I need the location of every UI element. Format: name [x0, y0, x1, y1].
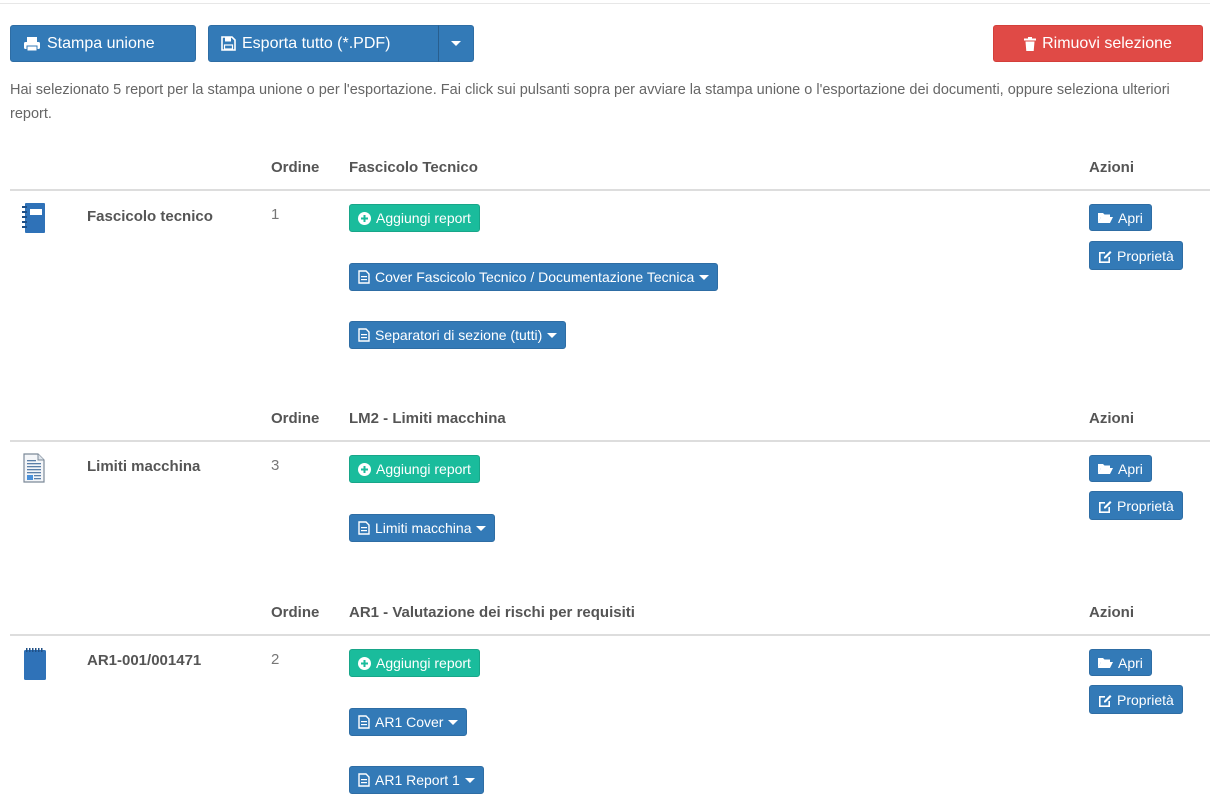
actions-column-header: Azioni	[1089, 159, 1134, 176]
caret-down-icon	[448, 719, 459, 725]
add-report-button[interactable]: Aggiungi report	[349, 455, 480, 483]
add-report-label: Aggiungi report	[376, 655, 471, 671]
properties-button[interactable]: Proprietà	[1089, 685, 1183, 714]
report-dropdown-button[interactable]: AR1 Report 1	[349, 766, 484, 794]
binder-icon	[22, 203, 45, 233]
report-label: AR1 Cover	[375, 714, 444, 730]
add-report-label: Aggiungi report	[376, 210, 471, 226]
report-label: Cover Fascicolo Tecnico / Documentazione…	[375, 269, 695, 285]
print-merge-button[interactable]: Stampa unione	[10, 25, 196, 62]
item-order: 3	[271, 457, 280, 474]
order-column-header: Ordine	[271, 604, 320, 621]
document-icon	[358, 270, 370, 284]
open-label: Apri	[1118, 209, 1143, 226]
item-order: 1	[271, 206, 280, 223]
caret-down-icon	[547, 332, 558, 338]
export-all-label: Esporta tutto (*.PDF)	[242, 34, 391, 52]
report-label: Separatori di sezione (tutti)	[375, 327, 543, 343]
edit-icon	[1099, 694, 1112, 707]
document-icon	[358, 773, 370, 787]
open-label: Apri	[1118, 654, 1143, 671]
item-name: Limiti macchina	[87, 458, 201, 475]
report-dropdown-button[interactable]: AR1 Cover	[349, 708, 468, 736]
print-merge-label: Stampa unione	[47, 34, 155, 52]
header-divider	[10, 189, 1210, 191]
order-column-header: Ordine	[271, 410, 320, 427]
order-column-header: Ordine	[271, 159, 320, 176]
export-options-dropdown-toggle[interactable]	[438, 25, 474, 62]
properties-label: Proprietà	[1117, 691, 1174, 708]
properties-label: Proprietà	[1117, 497, 1174, 514]
actions-column-header: Azioni	[1089, 604, 1134, 621]
document-icon	[358, 328, 370, 342]
plus-circle-icon	[358, 462, 371, 476]
open-button[interactable]: Apri	[1089, 204, 1152, 231]
report-dropdown-button[interactable]: Cover Fascicolo Tecnico / Documentazione…	[349, 263, 719, 291]
add-report-button[interactable]: Aggiungi report	[349, 649, 480, 677]
printer-icon	[24, 36, 40, 51]
open-button[interactable]: Apri	[1089, 649, 1152, 676]
caret-down-icon	[476, 525, 487, 531]
remove-selection-label: Rimuovi selezione	[1042, 34, 1172, 52]
edit-icon	[1099, 500, 1112, 513]
properties-button[interactable]: Proprietà	[1089, 241, 1183, 270]
item-order: 2	[271, 651, 280, 668]
selection-info-text: Hai selezionato 5 report per la stampa u…	[10, 82, 1170, 122]
plus-circle-icon	[358, 656, 371, 670]
section-title: Fascicolo Tecnico	[349, 159, 478, 176]
report-label: Limiti macchina	[375, 520, 472, 536]
open-button[interactable]: Apri	[1089, 455, 1152, 482]
floppy-disk-icon	[221, 36, 236, 51]
item-name: AR1-001/001471	[87, 652, 202, 669]
notepad-icon	[24, 648, 46, 680]
edit-icon	[1099, 250, 1112, 263]
section-title: LM2 - Limiti macchina	[349, 410, 506, 427]
actions-column-header: Azioni	[1089, 410, 1134, 427]
folder-open-icon	[1098, 212, 1113, 223]
top-divider	[0, 3, 1210, 4]
header-divider	[10, 634, 1210, 636]
report-label: AR1 Report 1	[375, 772, 460, 788]
header-divider	[10, 440, 1210, 442]
section-title: AR1 - Valutazione dei rischi per requisi…	[349, 604, 635, 621]
caret-down-icon	[451, 41, 461, 46]
remove-selection-button[interactable]: Rimuovi selezione	[993, 25, 1203, 62]
document-icon	[358, 715, 370, 729]
open-label: Apri	[1118, 460, 1143, 477]
folder-open-icon	[1098, 657, 1113, 668]
properties-button[interactable]: Proprietà	[1089, 491, 1183, 520]
caret-down-icon	[699, 274, 710, 280]
report-dropdown-button[interactable]: Separatori di sezione (tutti)	[349, 321, 567, 349]
add-report-label: Aggiungi report	[376, 461, 471, 477]
properties-label: Proprietà	[1117, 247, 1174, 264]
text-document-icon	[23, 453, 45, 483]
plus-circle-icon	[358, 211, 371, 225]
item-name: Fascicolo tecnico	[87, 208, 213, 225]
folder-open-icon	[1098, 463, 1113, 474]
export-all-button[interactable]: Esporta tutto (*.PDF)	[208, 25, 439, 62]
document-icon	[358, 521, 370, 535]
caret-down-icon	[464, 777, 475, 783]
report-dropdown-button[interactable]: Limiti macchina	[349, 514, 496, 542]
add-report-button[interactable]: Aggiungi report	[349, 204, 480, 232]
trash-icon	[1024, 36, 1037, 51]
